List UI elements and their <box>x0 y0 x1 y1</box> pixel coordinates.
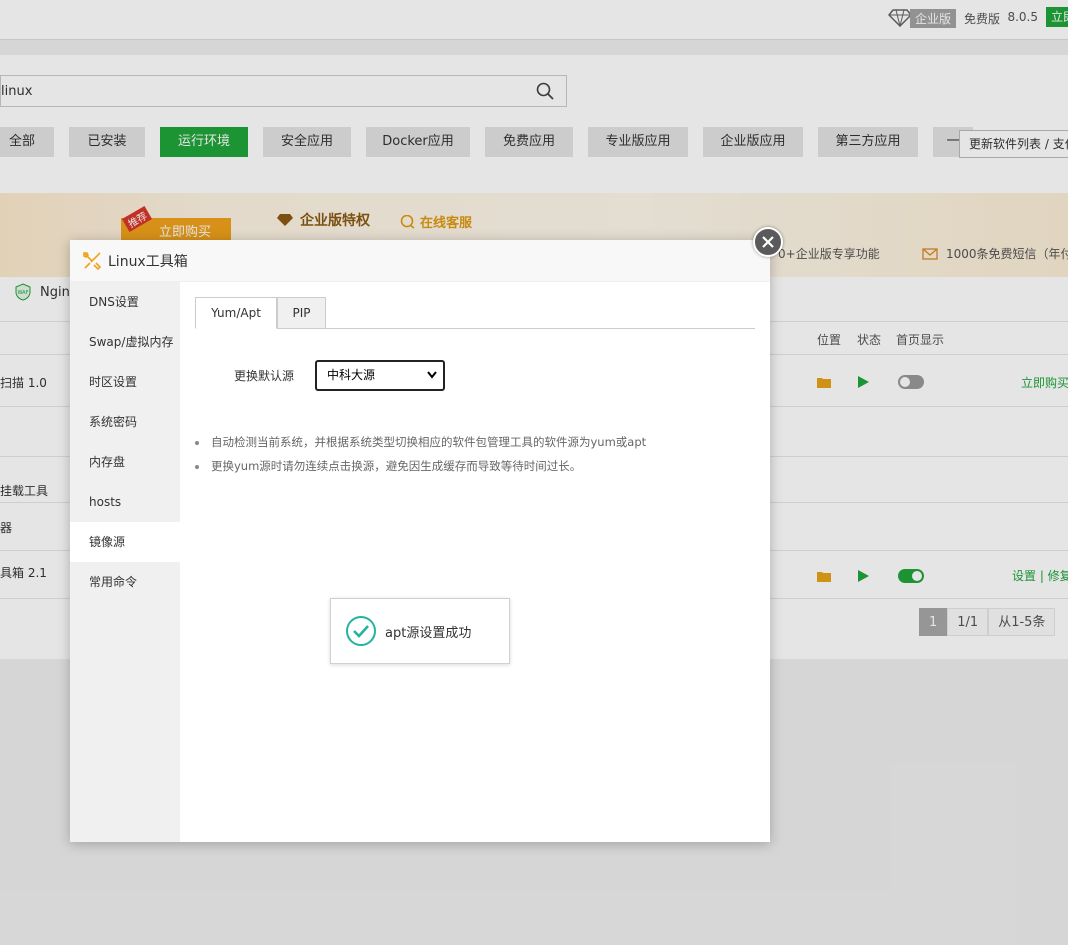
sidebar-item-commands[interactable]: 常用命令 <box>70 562 180 602</box>
close-dialog-button[interactable] <box>753 227 783 257</box>
default-source-label: 更换默认源 <box>234 369 295 383</box>
toolbox-sidebar: DNS设置 Swap/虚拟内存 时区设置 系统密码 内存盘 hosts 镜像源 … <box>70 282 180 842</box>
linux-toolbox-dialog: Linux工具箱 DNS设置 Swap/虚拟内存 时区设置 系统密码 内存盘 h… <box>70 227 783 842</box>
success-toast: apt源设置成功 <box>330 598 510 664</box>
tab-yum-apt[interactable]: Yum/Apt <box>195 297 277 329</box>
chevron-down-icon <box>427 371 437 379</box>
dialog-title: Linux工具箱 <box>108 253 188 270</box>
sidebar-item-dns[interactable]: DNS设置 <box>70 282 180 322</box>
tools-icon <box>83 251 102 270</box>
check-circle-icon <box>346 616 376 646</box>
selected-source: 中科大源 <box>327 368 376 382</box>
help-tips: 自动检测当前系统，并根据系统类型切换相应的软件包管理工具的软件源为yum或apt… <box>194 430 646 478</box>
sidebar-item-mirror[interactable]: 镜像源 <box>70 522 180 562</box>
tip-item: 自动检测当前系统，并根据系统类型切换相应的软件包管理工具的软件源为yum或apt <box>194 430 646 454</box>
sidebar-item-password[interactable]: 系统密码 <box>70 402 180 442</box>
dialog-header: Linux工具箱 <box>70 240 770 282</box>
sidebar-item-swap[interactable]: Swap/虚拟内存 <box>70 322 180 362</box>
close-icon <box>762 236 774 248</box>
sidebar-item-hosts[interactable]: hosts <box>70 482 180 522</box>
mirror-settings-content: Yum/Apt PIP 更换默认源 中科大源 自动检测当前系统，并根据系统类型切… <box>180 282 770 842</box>
mirror-source-select[interactable]: 中科大源 <box>315 360 445 391</box>
toast-message: apt源设置成功 <box>385 625 472 641</box>
sidebar-item-ramdisk[interactable]: 内存盘 <box>70 442 180 482</box>
tip-item: 更换yum源时请勿连续点击换源，避免因生成缓存而导致等待时间过长。 <box>194 454 646 478</box>
package-manager-tabs: Yum/Apt PIP <box>195 297 755 329</box>
tab-pip[interactable]: PIP <box>277 297 326 329</box>
sidebar-item-timezone[interactable]: 时区设置 <box>70 362 180 402</box>
